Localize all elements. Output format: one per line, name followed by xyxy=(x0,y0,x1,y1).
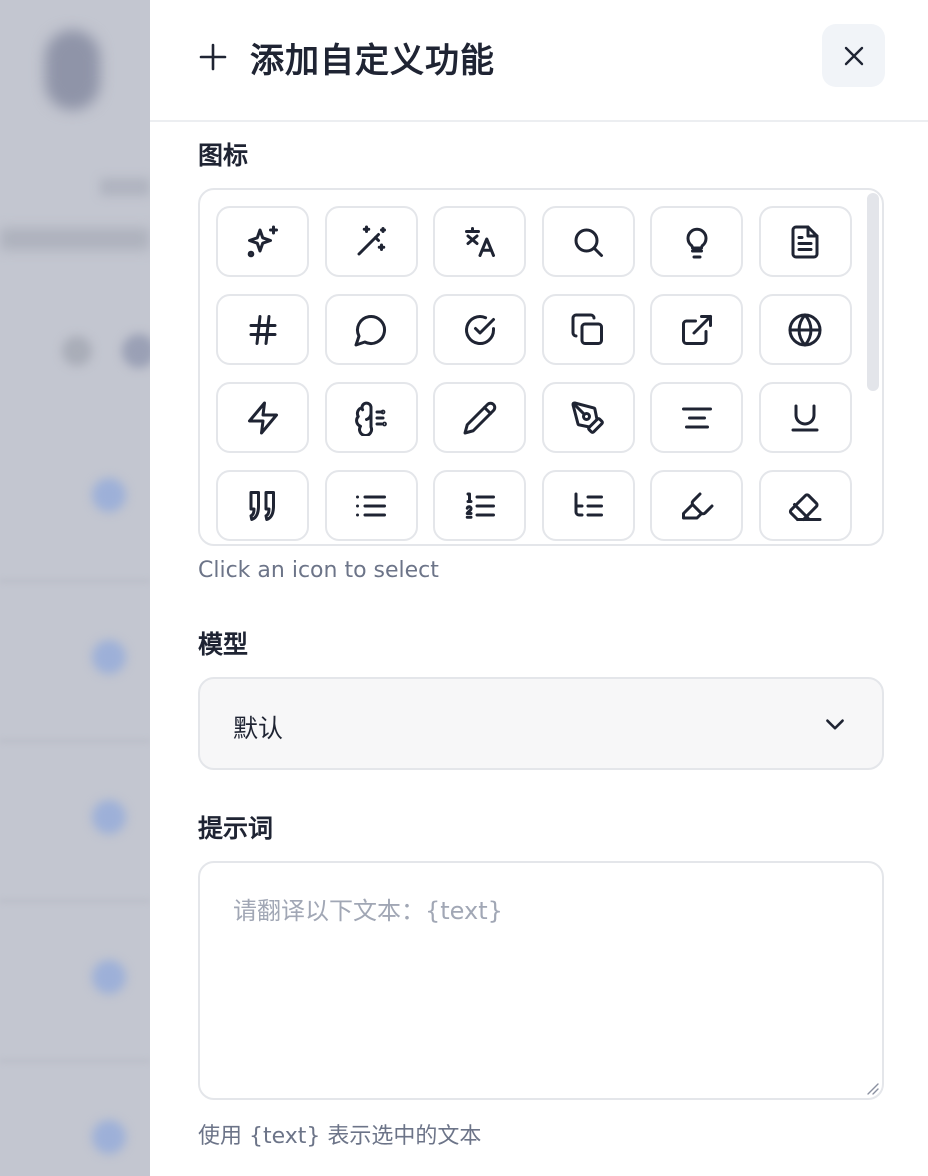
magic-wand-icon xyxy=(357,225,387,255)
prompt-field xyxy=(198,861,884,1100)
brain-icon xyxy=(355,401,387,436)
background-dot xyxy=(92,800,126,834)
list-tree-icon xyxy=(574,492,604,516)
icon-option-file-text[interactable] xyxy=(758,206,852,277)
background-row-divider xyxy=(0,900,150,902)
underline-icon xyxy=(791,404,819,431)
icon-option-external-link[interactable] xyxy=(650,294,744,365)
drawer-header: 添加自定义功能 xyxy=(150,0,928,122)
icon-option-globe[interactable] xyxy=(758,294,852,365)
icon-grid-scrollbar[interactable] xyxy=(867,193,879,391)
icon-option-highlighter[interactable] xyxy=(650,470,744,541)
align-center-icon xyxy=(681,407,712,428)
background-row-divider xyxy=(0,580,150,582)
background-divider xyxy=(0,228,150,250)
background-dot xyxy=(92,1120,126,1154)
icon-option-brain[interactable] xyxy=(324,382,418,453)
translate-icon xyxy=(464,226,495,257)
background-dot xyxy=(92,478,126,512)
pencil-icon xyxy=(463,401,496,434)
zap-icon xyxy=(247,401,278,434)
icon-option-copy[interactable] xyxy=(541,294,635,365)
icon-option-hash[interactable] xyxy=(216,294,309,365)
icon-option-sparkles[interactable] xyxy=(216,206,309,277)
message-circle-icon xyxy=(354,314,387,346)
icon-option-zap[interactable] xyxy=(216,382,309,453)
icon-section-label: 图标 xyxy=(198,141,249,170)
copy-icon xyxy=(571,313,604,345)
prompt-hint: 使用 {text} 表示选中的文本 xyxy=(198,1124,482,1149)
icon-option-list-tree[interactable] xyxy=(541,470,635,541)
icon-option-list[interactable] xyxy=(324,470,418,541)
background-dot xyxy=(92,960,126,994)
icon-option-underline[interactable] xyxy=(758,382,852,453)
model-select-value: 默认 xyxy=(233,714,284,743)
plus-icon xyxy=(199,43,227,71)
icon-option-search[interactable] xyxy=(541,206,635,277)
icon-option-translate[interactable] xyxy=(433,206,527,277)
prompt-section-label: 提示词 xyxy=(198,814,274,843)
drawer-title: 添加自定义功能 xyxy=(250,41,495,81)
file-text-icon xyxy=(791,225,819,258)
icon-picker xyxy=(198,188,884,546)
background-text xyxy=(100,178,150,196)
icon-option-message-circle[interactable] xyxy=(324,294,418,365)
close-button[interactable] xyxy=(822,24,885,87)
hash-icon xyxy=(249,314,276,345)
add-custom-function-drawer: 添加自定义功能 图标 Click an icon to select 模型 默认… xyxy=(150,0,928,1176)
icon-option-pen-tool[interactable] xyxy=(541,382,635,453)
icon-option-align-center[interactable] xyxy=(650,382,744,453)
list-ordered-icon xyxy=(465,492,495,519)
chevron-down-icon xyxy=(826,719,844,730)
highlighter-icon xyxy=(681,492,714,519)
background-logo xyxy=(45,30,100,110)
close-icon xyxy=(844,46,863,65)
background-row-divider xyxy=(0,740,150,742)
icon-option-lightbulb[interactable] xyxy=(650,206,744,277)
icon-option-check-circle[interactable] xyxy=(433,294,527,365)
background-dot xyxy=(92,640,126,674)
background-app xyxy=(0,0,150,1176)
list-icon xyxy=(356,495,387,516)
external-link-icon xyxy=(681,314,712,345)
icon-picker-hint: Click an icon to select xyxy=(198,558,439,583)
model-section-label: 模型 xyxy=(198,630,249,659)
icon-option-pencil[interactable] xyxy=(433,382,527,453)
icon-option-quote[interactable] xyxy=(216,470,309,541)
globe-icon xyxy=(788,313,822,346)
eraser-icon xyxy=(789,492,822,521)
pen-tool-icon xyxy=(571,400,605,434)
icon-option-eraser[interactable] xyxy=(758,470,852,541)
icon-option-list-ordered[interactable] xyxy=(433,470,527,541)
search-icon xyxy=(574,228,604,257)
icon-grid xyxy=(216,206,852,541)
check-circle-icon xyxy=(464,314,495,345)
background-dot xyxy=(62,336,92,366)
background-row-divider xyxy=(0,1060,150,1062)
prompt-textarea[interactable] xyxy=(200,863,882,1098)
lightbulb-icon xyxy=(686,227,708,258)
resize-handle-icon[interactable] xyxy=(865,1081,879,1095)
sparkles-icon xyxy=(247,225,278,257)
icon-option-magic-wand[interactable] xyxy=(324,206,418,277)
model-select[interactable]: 默认 xyxy=(198,677,884,770)
quote-icon xyxy=(249,490,275,521)
background-dot xyxy=(122,334,150,368)
